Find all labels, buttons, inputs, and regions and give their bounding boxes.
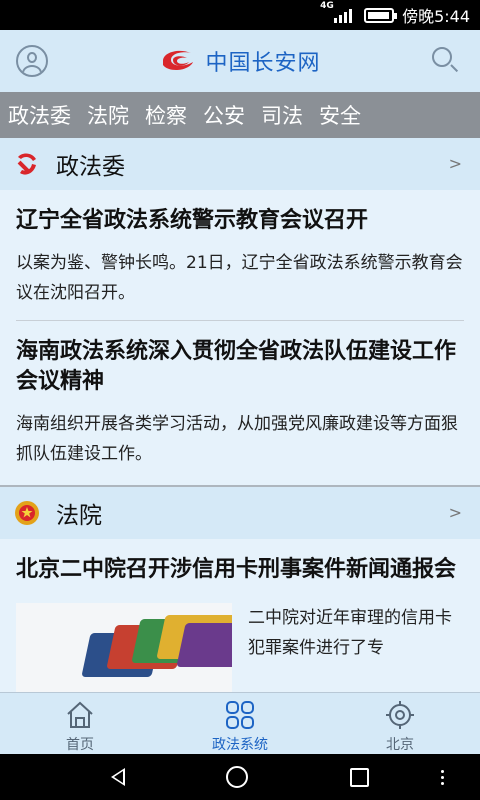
article-item[interactable]: 北京二中院召开涉信用卡刑事案件新闻通报会	[0, 539, 480, 585]
category-tab[interactable]: 检察	[145, 100, 187, 130]
section-title: 法院	[56, 503, 102, 529]
party-emblem-icon	[17, 153, 36, 175]
signal-icon: 4G	[320, 1, 353, 23]
nav-label: 政法系统	[212, 737, 268, 753]
court-emblem-icon	[15, 501, 39, 525]
category-tab[interactable]: 公安	[203, 100, 245, 130]
section-header-fayuan[interactable]: 法院 >	[0, 487, 480, 539]
article-title[interactable]: 辽宁全省政法系统警示教育会议召开	[16, 206, 464, 236]
article-item[interactable]: 海南政法系统深入贯彻全省政法队伍建设工作会议精神 海南组织开展各类学习活动，从加…	[0, 321, 480, 485]
category-tab[interactable]: 法院	[87, 100, 129, 130]
section-panel: 辽宁全省政法系统警示教育会议召开 以案为鉴、警钟长鸣。21日，辽宁全省政法系统警…	[0, 190, 480, 485]
chevron-right-icon[interactable]: >	[449, 503, 462, 522]
grid-icon	[226, 701, 254, 729]
brand-title: 中国长安网	[205, 51, 321, 76]
article-title[interactable]: 海南政法系统深入贯彻全省政法队伍建设工作会议精神	[16, 337, 464, 397]
bottom-navigation: 首页 政法系统 北京	[0, 692, 480, 754]
status-bar: 4G 傍晚5:44	[0, 0, 480, 30]
network-type: 4G	[320, 1, 334, 11]
section-header-zhengfawei[interactable]: 政法委 >	[0, 138, 480, 190]
chevron-right-icon[interactable]: >	[449, 154, 462, 173]
article-summary: 以案为鉴、警钟长鸣。21日，辽宁全省政法系统警示教育会议在沈阳召开。	[16, 253, 463, 303]
nav-location[interactable]: 北京	[320, 693, 480, 754]
clock: 傍晚5:44	[402, 7, 470, 26]
nav-label: 北京	[386, 737, 414, 753]
article-title[interactable]: 北京二中院召开涉信用卡刑事案件新闻通报会	[16, 555, 464, 585]
article-summary: 二中院对近年审理的信用卡犯罪案件进行了专	[248, 608, 452, 658]
section-title: 政法委	[56, 154, 125, 180]
search-icon[interactable]	[432, 47, 460, 75]
system-navigation-bar	[0, 754, 480, 800]
article-item[interactable]: 辽宁全省政法系统警示教育会议召开 以案为鉴、警钟长鸣。21日，辽宁全省政法系统警…	[0, 190, 480, 320]
article-summary: 海南组织开展各类学习活动，从加强党风廉政建设等方面狠抓队伍建设工作。	[16, 414, 458, 464]
article-media-row[interactable]: 二中院对近年审理的信用卡犯罪案件进行了专	[0, 603, 480, 692]
category-tab[interactable]: 政法委	[8, 100, 71, 130]
home-icon	[67, 701, 93, 728]
back-icon[interactable]	[110, 768, 125, 786]
category-tab[interactable]: 司法	[261, 100, 303, 130]
home-button-icon[interactable]	[226, 766, 249, 788]
category-bar: 政法委 法院 检察 公安 司法 安全	[0, 92, 480, 138]
app-header: 中国长安网	[0, 30, 480, 92]
nav-system[interactable]: 政法系统	[160, 693, 320, 754]
more-menu-icon[interactable]	[441, 770, 444, 785]
section-panel: 北京二中院召开涉信用卡刑事案件新闻通报会 二中院对近年审理的信用卡犯罪案件进行了…	[0, 539, 480, 692]
article-thumbnail[interactable]	[16, 603, 232, 692]
brand-logo: 中国长安网	[159, 45, 320, 77]
user-icon[interactable]	[16, 45, 48, 77]
nav-label: 首页	[66, 737, 94, 753]
recent-apps-icon[interactable]	[350, 767, 370, 787]
battery-icon	[364, 7, 398, 23]
location-icon	[386, 701, 414, 729]
nav-home[interactable]: 首页	[0, 693, 160, 754]
swirl-logo-icon	[163, 50, 194, 71]
content-feed: 政法委 > 辽宁全省政法系统警示教育会议召开 以案为鉴、警钟长鸣。21日，辽宁全…	[0, 138, 480, 692]
category-tab[interactable]: 安全	[319, 100, 361, 130]
